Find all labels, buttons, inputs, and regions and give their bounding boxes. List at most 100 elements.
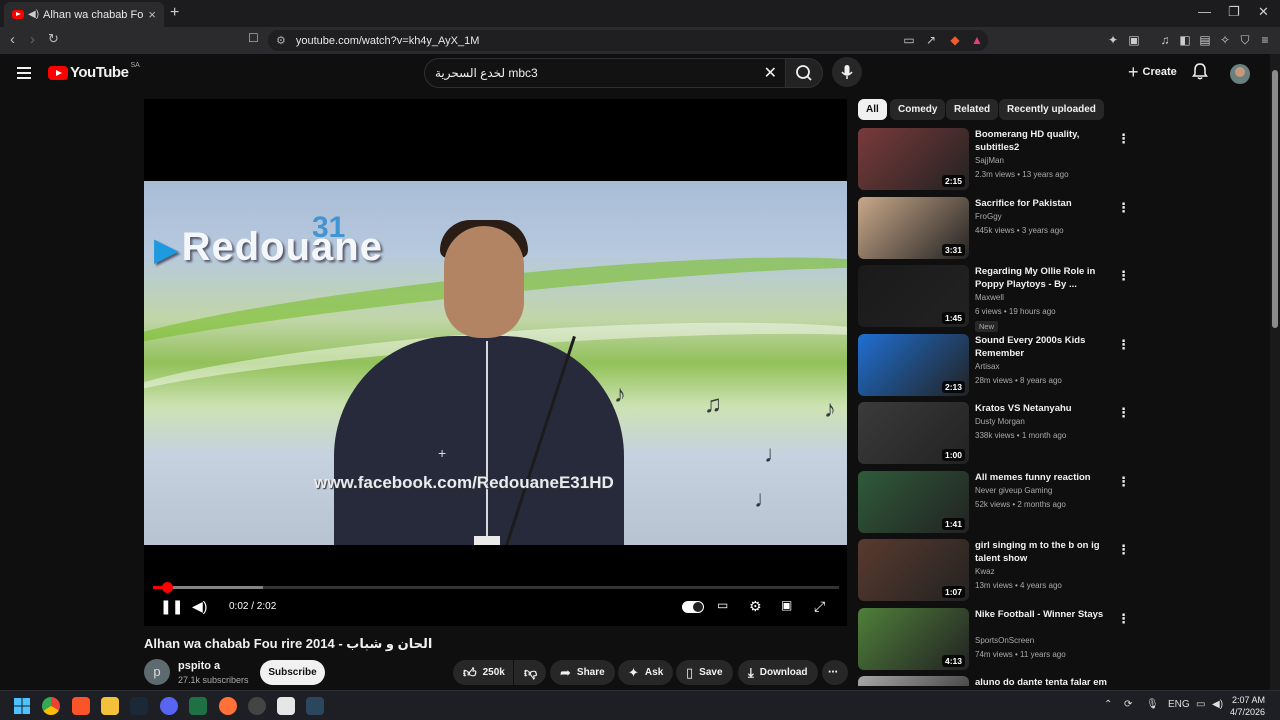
recommendation-title[interactable]: Sound Every 2000s Kids Remember (975, 334, 1115, 360)
recommendation-channel[interactable]: SajjMan (975, 156, 1004, 165)
video-thumbnail[interactable]: 2:15 (858, 128, 969, 190)
roblox-icon[interactable] (277, 697, 295, 715)
download-button[interactable]: ⤓ Download (738, 660, 818, 685)
language-indicator[interactable]: ENG (1168, 699, 1190, 710)
recommendation-item[interactable]: 1:45 Regarding My Ollie Role in Poppy Pla… (858, 265, 1138, 332)
address-bar[interactable]: ⚙ youtube.com/watch?v=kh4y_AyX_1M (268, 30, 988, 51)
more-options-icon[interactable]: ⋮ (1117, 131, 1130, 147)
autoplay-toggle[interactable] (682, 601, 704, 613)
pause-icon[interactable]: ❚❚ (160, 598, 183, 615)
settings-gear-icon[interactable]: ⚙ (749, 598, 762, 615)
recommendation-title[interactable]: Boomerang HD quality, subtitles2 (975, 128, 1115, 154)
browser-menu-icon[interactable]: ≡ (1258, 33, 1272, 47)
network-icon[interactable]: ▭ (1196, 699, 1205, 710)
brave-shields-icon[interactable]: ◆ (948, 33, 962, 47)
system-clock[interactable]: 2:07 AM 4/7/2026 (1230, 694, 1265, 718)
recommendation-item[interactable]: aluno do dante tenta falar em (858, 676, 1138, 686)
video-frame[interactable]: ▶Redouane 31 ♪ ♫ ♩ ♪ ♩ www.facebook.com/… (144, 181, 847, 545)
mic-tray-icon[interactable]: 🎙︎ (1146, 699, 1159, 710)
recommendation-item[interactable]: 4:13 Nike Football - Winner Stays SportsOn… (858, 607, 1138, 672)
youtube-logo[interactable]: YouTube SA (48, 62, 140, 81)
volume-icon[interactable]: ◀) (192, 598, 207, 615)
channel-name[interactable]: pspito a (178, 660, 220, 672)
more-options-icon[interactable]: ⋮ (1117, 405, 1130, 421)
video-thumbnail[interactable]: 1:41 (858, 470, 969, 533)
search-button[interactable] (785, 58, 823, 88)
video-thumbnail[interactable]: 1:00 (858, 402, 969, 464)
notifications-bell-icon[interactable] (1192, 62, 1208, 85)
brave-rewards-icon[interactable]: ▲ (970, 33, 984, 47)
forward-icon[interactable]: › (30, 31, 35, 48)
recommendation-title[interactable]: Nike Football - Winner Stays (975, 608, 1115, 621)
minimize-icon[interactable]: — (1198, 4, 1211, 19)
recommendation-channel[interactable]: SportsOnScreen (975, 636, 1034, 645)
recommendation-item[interactable]: 1:41 All memes funny reaction Never giveup… (858, 470, 1138, 535)
share-icon[interactable]: ↗ (924, 33, 938, 47)
site-info-icon[interactable]: ⚙ (276, 34, 286, 47)
page-scrollbar[interactable] (1270, 54, 1280, 690)
hamburger-menu-icon[interactable] (17, 67, 31, 82)
more-options-icon[interactable]: ⋮ (1117, 268, 1130, 284)
extensions-icon[interactable]: ✦ (1106, 33, 1120, 47)
chip-recently-uploaded[interactable]: Recently uploaded (999, 99, 1104, 120)
account-avatar[interactable] (1230, 64, 1250, 84)
video-thumbnail[interactable]: 4:13 (858, 607, 969, 670)
cast-icon[interactable]: ▭ (902, 33, 916, 47)
recommendation-title[interactable]: girl singing m to the b on ig talent sho… (975, 539, 1115, 565)
recommendation-title[interactable]: Kratos VS Netanyahu (975, 402, 1115, 415)
chip-related[interactable]: Related (946, 99, 999, 120)
recommendation-item[interactable]: 3:31 Sacrifice for Pakistan FroGgy 445k vie… (858, 196, 1138, 261)
new-tab-button[interactable]: + (170, 4, 179, 22)
recommendation-item[interactable]: 2:13 Sound Every 2000s Kids Remember Artis… (858, 333, 1138, 398)
recommendation-channel[interactable]: Dusty Morgan (975, 417, 1025, 426)
recommendation-title[interactable]: All memes funny reaction (975, 471, 1115, 484)
brave-icon[interactable] (72, 697, 90, 715)
video-thumbnail[interactable]: 1:07 (858, 539, 969, 601)
ask-button[interactable]: ✦ Ask (618, 660, 674, 685)
like-button[interactable]: 👍︎ 250k (453, 660, 513, 685)
wallet-icon[interactable]: ▤ (1198, 33, 1212, 47)
bookmark-icon[interactable]: ☐ (248, 31, 259, 45)
more-options-icon[interactable]: ⋮ (1117, 337, 1130, 353)
more-options-icon[interactable]: ⋮ (1117, 542, 1130, 558)
chip-comedy[interactable]: Comedy (890, 99, 946, 120)
windows-start-icon[interactable] (13, 697, 31, 715)
video-thumbnail[interactable]: 1:45 (858, 265, 969, 327)
firefox-icon[interactable] (219, 697, 237, 715)
vpn-icon[interactable]: ⛉ (1238, 33, 1252, 47)
steam-app-icon[interactable] (306, 697, 324, 715)
tab-close-icon[interactable]: × (148, 7, 156, 22)
subtitles-icon[interactable]: ▭ (717, 598, 728, 612)
more-options-icon[interactable]: ⋮ (1117, 200, 1130, 216)
leo-ai-icon[interactable]: ✧ (1218, 33, 1232, 47)
channel-avatar[interactable]: p (144, 659, 170, 685)
back-icon[interactable]: ‹ (10, 31, 15, 48)
recommendation-item[interactable]: 1:00 Kratos VS Netanyahu Dusty Morgan 338k … (858, 402, 1138, 466)
browser-tab[interactable]: ◀) Alhan wa chabab Fou rire 20 × (4, 2, 164, 27)
recommendation-item[interactable]: 2:15 Boomerang HD quality, subtitles2 Sajj… (858, 128, 1138, 192)
progress-bar[interactable] (153, 582, 839, 593)
theater-mode-icon[interactable]: ▣ (781, 598, 792, 612)
media-icon[interactable]: ♫ (1158, 33, 1172, 47)
recommendation-channel[interactable]: Never giveup Gaming (975, 486, 1052, 495)
maximize-icon[interactable]: ❐ (1228, 4, 1240, 20)
audio-playing-icon[interactable]: ◀) (28, 9, 39, 20)
video-player[interactable]: ▶Redouane 31 ♪ ♫ ♩ ♪ ♩ www.facebook.com/… (144, 99, 847, 626)
steam-icon[interactable] (130, 697, 148, 715)
sync-icon[interactable]: ⟳ (1124, 699, 1132, 710)
window-close-icon[interactable]: ✕ (1258, 4, 1269, 20)
recommendation-channel[interactable]: Artisax (975, 362, 999, 371)
fullscreen-icon[interactable]: ⤢ (814, 598, 825, 615)
search-input[interactable]: لخدع السحرية mbc3 ✕ (424, 58, 786, 88)
share-button[interactable]: ➦ Share (550, 660, 615, 685)
video-thumbnail[interactable]: 2:13 (858, 333, 969, 396)
more-options-icon[interactable]: ⋮ (1117, 474, 1130, 490)
discord-icon[interactable] (160, 697, 178, 715)
recommendation-item[interactable]: 1:07 girl singing m to the b on ig talent… (858, 539, 1138, 603)
recommendation-title[interactable]: Regarding My Ollie Role in Poppy Playtoy… (975, 265, 1115, 291)
chip-all[interactable]: All (858, 99, 887, 120)
file-explorer-icon[interactable] (101, 697, 119, 715)
app-icon[interactable] (248, 697, 266, 715)
recommendation-channel[interactable]: Kwaz (975, 567, 995, 576)
screenshot-icon[interactable]: ▣ (1127, 33, 1141, 47)
